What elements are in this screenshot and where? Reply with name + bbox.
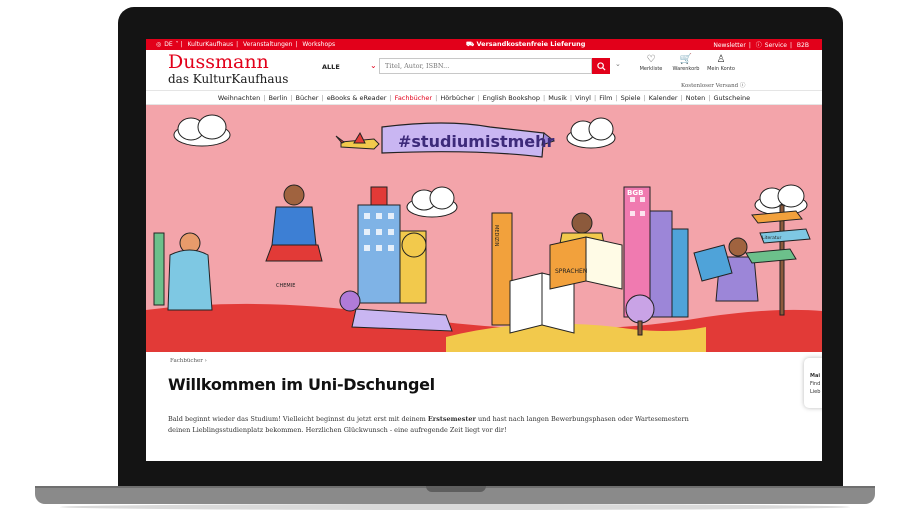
airplane-icon <box>335 131 380 150</box>
logo-tagline: das KulturKaufhaus <box>168 72 289 86</box>
breadcrumb[interactable]: Fachbücher › <box>170 358 207 364</box>
banner-text: #studiumistmehr <box>398 132 555 151</box>
book-label-bgb: BGB <box>627 189 643 197</box>
utility-link-service[interactable]: Service <box>765 42 787 49</box>
nav-item-vinyl[interactable]: Vinyl <box>572 94 594 102</box>
account-label: Mein Konto <box>707 66 735 72</box>
free-shipping-banner: ⛟ Versandkostenfreie Lieferung <box>466 40 585 49</box>
utility-link-newsletter[interactable]: Newsletter <box>713 42 745 49</box>
browser-screen: ◎ DE ˅ | KulturKaufhaus | Veranstaltungen | … <box>146 39 822 461</box>
nav-item-musik[interactable]: Musik <box>545 94 570 102</box>
main-content: Fachbücher › Willkommen im Uni-Dschungel… <box>146 352 822 461</box>
site-header: Dussmann das KulturKaufhaus ALLE ⌄ ⌄ ♡Me… <box>146 50 822 91</box>
side-promo-card[interactable]: Mai Find Lieb <box>804 358 822 408</box>
search-input[interactable] <box>379 58 592 74</box>
intro-line2: deinen Lieblingsstudienplatz bekommen. H… <box>168 426 507 434</box>
breadcrumb-item[interactable]: Fachbücher <box>170 358 203 364</box>
wishlist-button[interactable]: ♡ Merkliste <box>634 54 668 72</box>
intro-end: und hast nach langen Bewerbungsphasen od… <box>475 415 689 423</box>
nav-item-hoerbuecher[interactable]: Hörbücher <box>437 94 477 102</box>
intro-start: Bald beginnt wieder das Studium! Viellei… <box>168 415 428 423</box>
nav-item-weihnachten[interactable]: Weihnachten <box>215 94 263 102</box>
search-icon <box>596 61 606 71</box>
search-button[interactable] <box>592 58 610 74</box>
language-switch[interactable]: DE <box>164 41 172 48</box>
book-label-chemie: CHEMIE <box>276 283 295 289</box>
nav-item-film[interactable]: Film <box>596 94 615 102</box>
laptop-shadow <box>60 504 850 510</box>
wishlist-label: Merkliste <box>639 66 663 72</box>
help-icon[interactable]: ⓘ <box>740 83 746 89</box>
service-icon: ⓘ <box>755 42 762 49</box>
logo-wordmark: Dussmann <box>168 51 269 73</box>
utility-link-kulturkaufhaus[interactable]: KulturKaufhaus <box>188 41 234 48</box>
nav-item-berlin[interactable]: Berlin <box>265 94 290 102</box>
utility-bar: ◎ DE ˅ | KulturKaufhaus | Veranstaltungen | … <box>146 39 822 50</box>
book-label-sprachen: SPRACHEN <box>555 268 587 275</box>
nav-item-kalender[interactable]: Kalender <box>646 94 681 102</box>
nav-item-spiele[interactable]: Spiele <box>618 94 644 102</box>
chevron-down-icon[interactable]: ⌄ <box>370 61 377 70</box>
utility-link-workshops[interactable]: Workshops <box>302 41 335 48</box>
utility-left: ◎ DE ˅ | KulturKaufhaus | Veranstaltungen | … <box>156 41 336 48</box>
utility-right: Newsletter | ⓘ Service | B2B <box>713 42 809 49</box>
shipping-note[interactable]: Kostenloser Versand ⓘ <box>681 81 745 89</box>
language-icon[interactable]: ◎ <box>156 41 161 48</box>
hero-banner[interactable]: #studiumistmehr MEDIZIN BGB SPRACHEN CHE… <box>146 105 822 352</box>
truck-icon: ⛟ <box>466 40 477 48</box>
main-nav: Weihnachten | Berlin | Bücher | eBooks & eR… <box>146 91 822 105</box>
shipping-note-text: Kostenloser Versand <box>681 83 739 89</box>
chevron-right-icon: › <box>204 358 207 364</box>
side-card-title: Mai <box>810 373 821 379</box>
nav-item-noten[interactable]: Noten <box>683 94 709 102</box>
laptop-notch <box>426 486 486 492</box>
book-label-medizin: MEDIZIN <box>493 225 499 247</box>
hero-illustration: #studiumistmehr MEDIZIN BGB SPRACHEN CHE… <box>146 114 822 352</box>
nav-item-gutscheine[interactable]: Gutscheine <box>710 94 753 102</box>
account-button[interactable]: ♙ Mein Konto <box>704 54 738 72</box>
intro-bold: Erstsemester <box>427 415 476 423</box>
page-title: Willkommen im Uni-Dschungel <box>168 375 435 394</box>
utility-link-veranstaltungen[interactable]: Veranstaltungen <box>243 41 292 48</box>
nav-item-fachbuecher[interactable]: Fachbücher <box>392 94 435 102</box>
user-icon: ♙ <box>716 54 726 65</box>
search-scope-select[interactable]: ALLE <box>322 63 340 71</box>
utility-link-b2b[interactable]: B2B <box>797 42 809 49</box>
free-shipping-text: Versandkostenfreie Lieferung <box>476 40 586 48</box>
nav-item-ebooks[interactable]: eBooks & eReader <box>324 94 390 102</box>
cart-button[interactable]: 🛒 Warenkorb <box>669 54 703 72</box>
cart-icon: 🛒 <box>679 54 693 65</box>
nav-item-english-bookshop[interactable]: English Bookshop <box>480 94 543 102</box>
side-card-line: Find <box>810 381 821 387</box>
dussmann-logo[interactable]: Dussmann das KulturKaufhaus <box>168 51 289 86</box>
nav-item-buecher[interactable]: Bücher <box>293 94 322 102</box>
heart-icon: ♡ <box>646 54 656 65</box>
chevron-down-icon[interactable]: ⌄ <box>615 60 621 68</box>
cart-label: Warenkorb <box>672 66 700 72</box>
side-card-line: Lieb <box>810 389 821 395</box>
intro-text: Bald beginnt wieder das Studium! Viellei… <box>168 414 788 436</box>
sign-label-literatur: Literatur <box>762 235 782 241</box>
